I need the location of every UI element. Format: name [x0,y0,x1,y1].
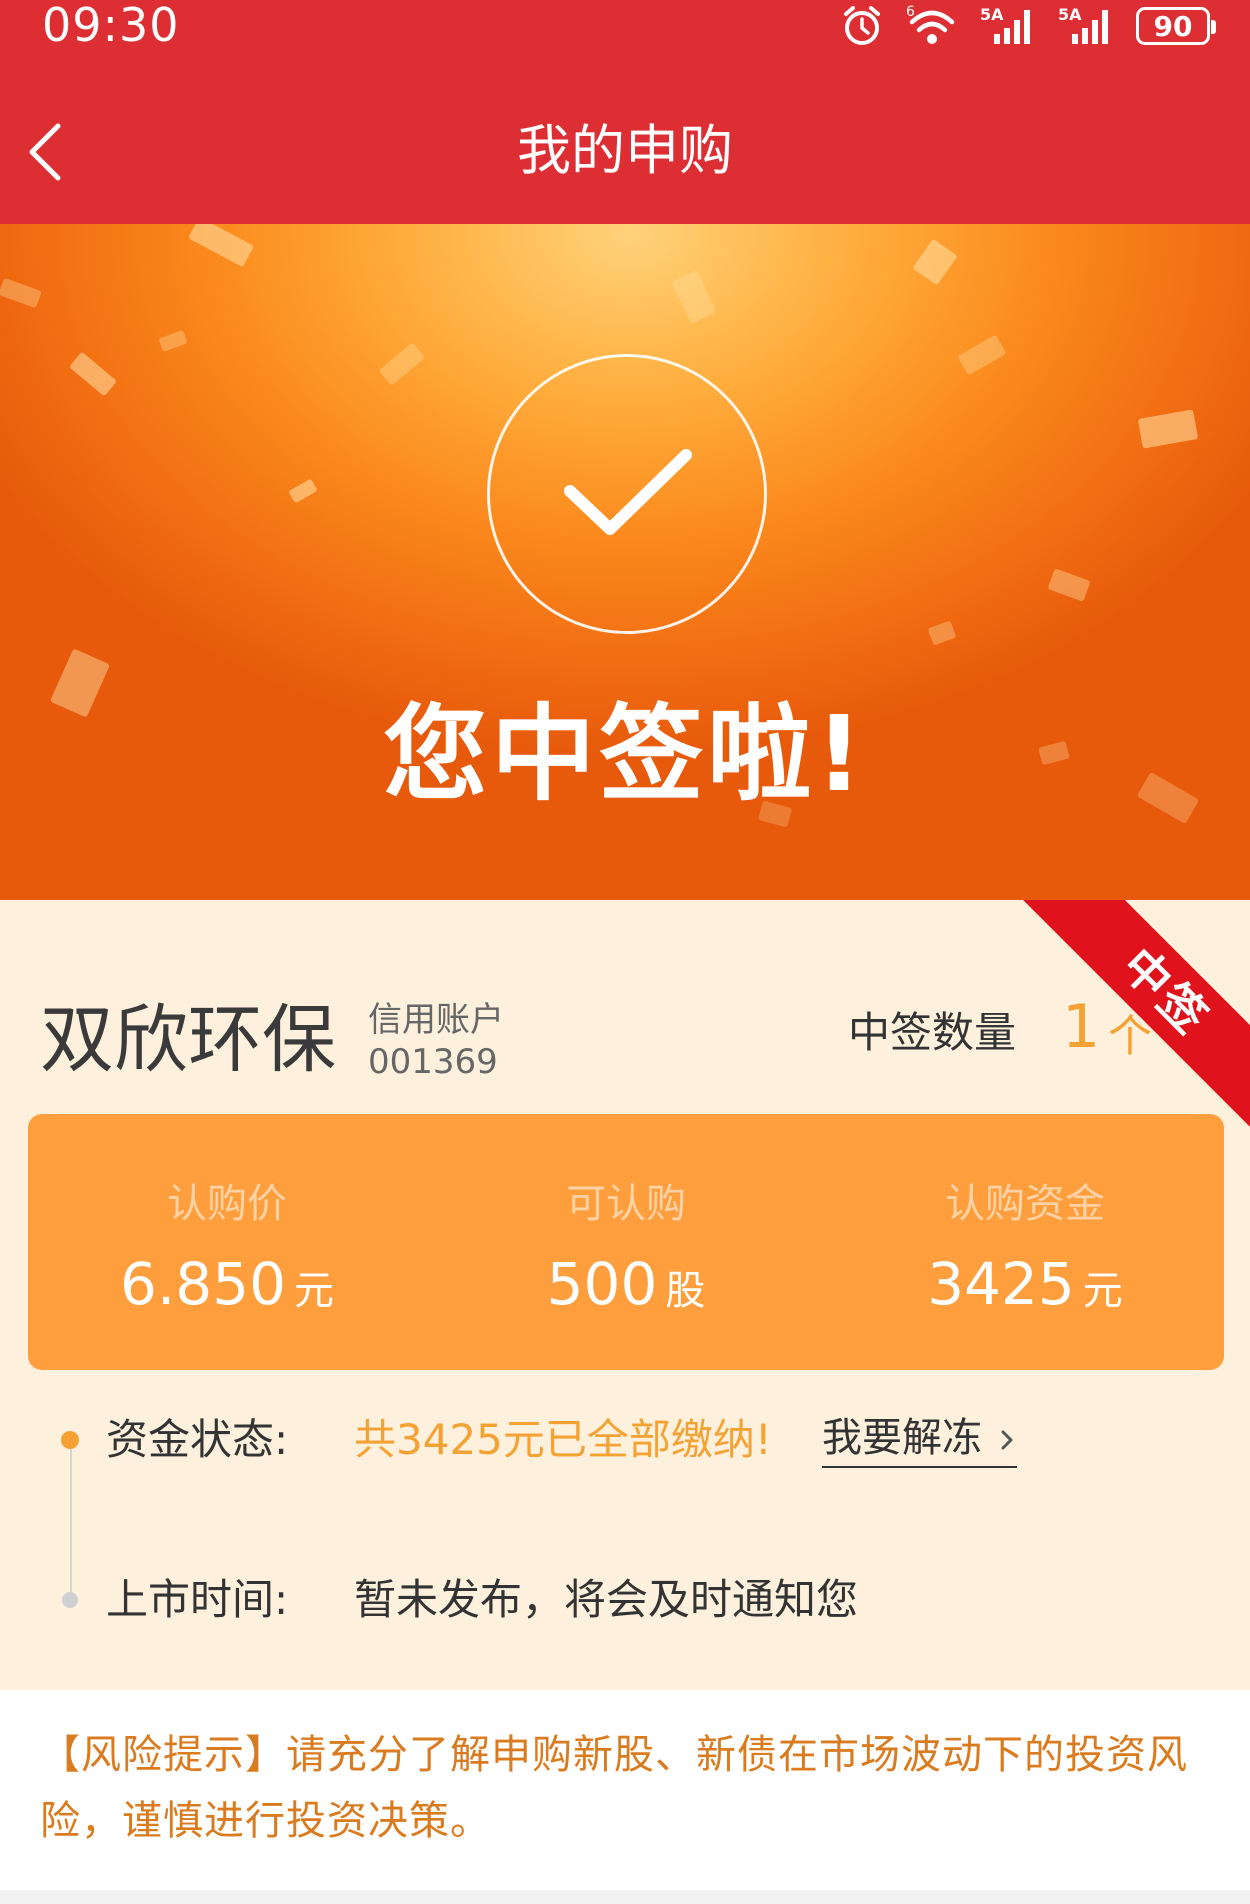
price-column: 认购价 6.850 元 [28,1114,426,1370]
page-title: 我的申购 [517,119,733,182]
risk-notice: 【风险提示】请充分了解申购新股、新债在市场波动下的投资风险，谨慎进行投资决策。 [0,1690,1250,1890]
timeline-dot-pending [62,1592,78,1608]
timeline-line [70,1438,72,1600]
risk-notice-text: 【风险提示】请充分了解申购新股、新债在市场波动下的投资风险，谨慎进行投资决策。 [40,1732,1188,1844]
price-label: 认购价 [167,1181,287,1227]
confetti [1137,409,1199,449]
price-value: 6.850 元 [28,1244,426,1339]
confetti [912,238,958,286]
wifi-icon: 6 [906,4,955,44]
confetti [927,620,957,646]
confetti [68,351,118,397]
funds-unit: 元 [1082,1268,1123,1314]
check-circle-icon [487,354,767,634]
funds-column: 认购资金 3425 元 [826,1114,1224,1370]
subscription-card: 中签 双欣环保 信用账户 001369 中签数量 1 个 认购价 6.850 元 … [0,900,1250,1690]
available-unit: 股 [665,1268,706,1314]
fund-status-value: 共3425元已全部缴纳! [354,1415,772,1464]
funds-number: 3425 [927,1250,1075,1318]
signal-5a-icon: 5A [980,5,1030,44]
signal-5a-icon: 5A [1058,5,1108,44]
timeline-dot-active [61,1431,79,1449]
win-count-unit: 个 [1108,1011,1152,1062]
listing-time-label: 上市时间: [106,1575,289,1624]
confetti [0,277,42,309]
listing-time-value: 暂未发布，将会及时通知您 [354,1575,859,1624]
confetti [1047,568,1091,602]
confetti [671,270,717,324]
win-count-label: 中签数量 [848,1008,1017,1057]
subscription-summary: 认购价 6.850 元 可认购 500 股 认购资金 3425 元 [28,1114,1224,1370]
unfreeze-label: 我要解冻 [822,1415,982,1461]
svg-text:5A: 5A [980,5,1004,24]
confetti [957,334,1007,376]
stock-name: 双欣环保 [40,997,336,1083]
confetti [158,329,188,353]
available-column: 可认购 500 股 [427,1114,825,1370]
status-icons: 6 5A 5A 90 [840,4,1216,48]
price-number: 6.850 [119,1250,287,1318]
account-number: 001369 [368,1042,498,1082]
confetti [187,224,255,268]
chevron-right-icon [1001,1430,1013,1450]
available-label: 可认购 [566,1181,686,1227]
funds-label: 认购资金 [945,1181,1105,1227]
confetti [378,342,426,386]
app-header: 09:30 6 5A 5A 90 我的申购 [0,0,1250,224]
fund-status-label: 资金状态: [106,1415,289,1464]
svg-text:5A: 5A [1058,5,1082,24]
confetti [288,478,318,504]
checkmark-icon [564,449,692,535]
unfreeze-link[interactable]: 我要解冻 [822,1412,1017,1468]
win-count-value: 1 [1062,992,1101,1062]
svg-text:6: 6 [906,4,915,20]
success-banner: 您中签啦! [0,224,1250,900]
status-time: 09:30 [42,0,180,52]
funds-value: 3425 元 [826,1244,1224,1339]
battery-level: 90 [1153,9,1193,43]
available-number: 500 [546,1250,658,1318]
alarm-icon [844,6,880,45]
account-type: 信用账户 [368,1000,504,1040]
available-value: 500 股 [427,1244,825,1339]
battery-icon: 90 [1136,7,1216,45]
banner-title: 您中签啦! [383,693,867,815]
price-unit: 元 [294,1268,335,1314]
